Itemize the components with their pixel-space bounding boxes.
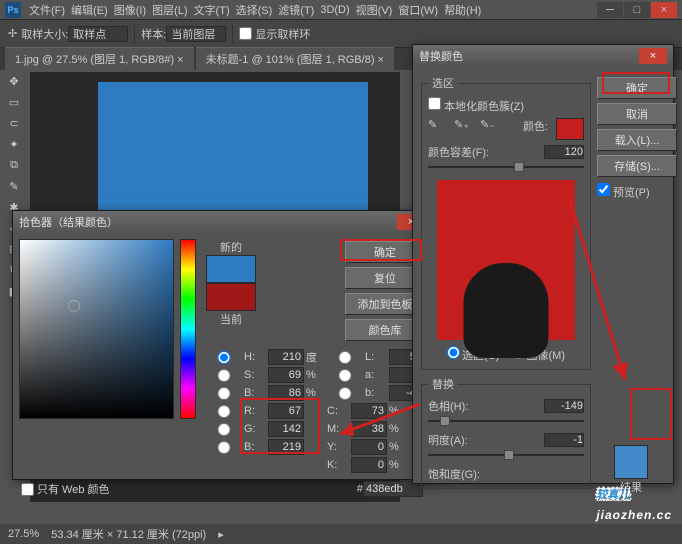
- sample-size-input[interactable]: [68, 26, 128, 42]
- menu-view[interactable]: 视图(V): [356, 2, 393, 18]
- menu-filter[interactable]: 滤镜(T): [278, 2, 314, 18]
- replace-fieldset: 替换 色相(H): 明度(A): 饱和度(G):: [421, 376, 591, 489]
- web-only-label: 只有 Web 颜色: [37, 481, 110, 497]
- sample-size-label: 取样大小:: [21, 26, 68, 42]
- color-field[interactable]: [19, 239, 174, 419]
- g-input[interactable]: [268, 421, 304, 437]
- ps-logo: Ps: [5, 2, 21, 18]
- light-input[interactable]: [544, 433, 584, 447]
- menu-image[interactable]: 图像(I): [114, 2, 146, 18]
- r-input[interactable]: [268, 403, 304, 419]
- lasso-tool[interactable]: ⊂: [2, 113, 26, 133]
- menu-help[interactable]: 帮助(H): [444, 2, 481, 18]
- replace-save-button[interactable]: 存储(S)...: [597, 155, 677, 177]
- eyedropper-icon[interactable]: ✎: [428, 118, 446, 136]
- hue-input[interactable]: [544, 399, 584, 413]
- y-input[interactable]: [351, 439, 387, 455]
- replace-legend: 替换: [428, 376, 458, 392]
- h-radio[interactable]: [206, 351, 242, 364]
- menu-select[interactable]: 选择(S): [236, 2, 273, 18]
- hue-slider-r[interactable]: [428, 414, 584, 428]
- eyedropper-plus-icon[interactable]: ✎₊: [454, 118, 472, 136]
- marquee-tool[interactable]: ▭: [2, 92, 26, 112]
- crop-tool[interactable]: ⧉: [2, 155, 26, 175]
- maximize-button[interactable]: □: [624, 2, 650, 18]
- localize-checkbox[interactable]: [428, 97, 441, 110]
- status-zoom: 27.5%: [8, 528, 39, 540]
- source-color-swatch[interactable]: [556, 118, 584, 140]
- minimize-button[interactable]: ─: [597, 2, 623, 18]
- preview-label: 预览(P): [613, 187, 650, 199]
- wand-tool[interactable]: ✦: [2, 134, 26, 154]
- b2-radio[interactable]: [327, 387, 363, 400]
- replace-ok-button[interactable]: 确定: [597, 77, 677, 99]
- tab-doc1[interactable]: 1.jpg @ 27.5% (图层 1, RGB/8#) ×: [5, 47, 194, 70]
- current-color-swatch: [206, 283, 256, 311]
- menu-edit[interactable]: 编辑(E): [71, 2, 108, 18]
- menu-window[interactable]: 窗口(W): [398, 2, 438, 18]
- move-tool[interactable]: ✥: [2, 71, 26, 91]
- replace-cancel-button[interactable]: 取消: [597, 103, 677, 125]
- watermark: 较真儿 jiaozhen.cc: [596, 463, 672, 522]
- color-marker[interactable]: [68, 300, 80, 312]
- new-color-swatch: [206, 255, 256, 283]
- window-controls: ─ □ ×: [596, 2, 677, 18]
- hue-label: 色相(H):: [428, 398, 468, 414]
- show-ring-checkbox[interactable]: [239, 27, 252, 40]
- preview-checkbox[interactable]: [597, 183, 610, 196]
- cur-label: 当前: [206, 311, 256, 327]
- fuzz-input[interactable]: [544, 145, 584, 159]
- g-radio[interactable]: [206, 423, 242, 436]
- replace-color-dialog: 替换颜色 × 选区 本地化颜色簇(Z) ✎ ✎₊ ✎₋ 颜色: 颜色容差(F):: [412, 44, 674, 484]
- eyedropper-minus-icon[interactable]: ✎₋: [480, 118, 498, 136]
- l-radio[interactable]: [327, 351, 363, 364]
- selection-legend: 选区: [428, 75, 458, 91]
- menu-3d[interactable]: 3D(D): [320, 4, 349, 16]
- show-ring-label: 显示取样环: [255, 26, 310, 42]
- fuzz-label: 颜色容差(F):: [428, 144, 489, 160]
- light-label: 明度(A):: [428, 432, 468, 448]
- sat-label: 饱和度(G):: [428, 466, 480, 482]
- preview-image: [437, 180, 575, 340]
- light-slider[interactable]: [428, 448, 584, 462]
- fuzz-slider[interactable]: [428, 160, 584, 174]
- menu-text[interactable]: 文字(T): [194, 2, 230, 18]
- menu-layer[interactable]: 图层(L): [152, 2, 187, 18]
- sample-label: 样本:: [141, 26, 166, 42]
- picker-title: 拾色器（结果颜色）: [19, 214, 118, 230]
- hue-slider[interactable]: [180, 239, 196, 419]
- selection-fieldset: 选区 本地化颜色簇(Z) ✎ ✎₊ ✎₋ 颜色: 颜色容差(F):: [421, 75, 591, 370]
- eyedropper-tool[interactable]: ✎: [2, 176, 26, 196]
- k-input[interactable]: [351, 457, 387, 473]
- bl-input[interactable]: [268, 439, 304, 455]
- menubar: Ps 文件(F) 编辑(E) 图像(I) 图层(L) 文字(T) 选择(S) 滤…: [0, 0, 682, 20]
- web-only-checkbox[interactable]: [21, 483, 34, 496]
- h-input[interactable]: [268, 349, 304, 365]
- s-input[interactable]: [268, 367, 304, 383]
- replace-load-button[interactable]: 载入(L)...: [597, 129, 677, 151]
- bb-radio[interactable]: [206, 387, 242, 400]
- selection-radio[interactable]: [447, 346, 460, 359]
- r-radio[interactable]: [206, 405, 242, 418]
- m-input[interactable]: [351, 421, 387, 437]
- localize-label: 本地化颜色簇(Z): [444, 101, 524, 113]
- close-button[interactable]: ×: [651, 2, 677, 18]
- menu-file[interactable]: 文件(F): [29, 2, 65, 18]
- status-bar: 27.5% 53.34 厘米 × 71.12 厘米 (72ppi) ▸: [0, 524, 682, 544]
- replace-title: 替换颜色: [419, 48, 463, 64]
- bb-input[interactable]: [268, 385, 304, 401]
- a-radio[interactable]: [327, 369, 363, 382]
- color-picker-dialog: 拾色器（结果颜色） × 新的 当前 确定 复位 添加到色板 颜色库: [12, 210, 432, 480]
- tab-doc2[interactable]: 未标题-1 @ 101% (图层 1, RGB/8) ×: [196, 47, 394, 70]
- c-input[interactable]: [351, 403, 387, 419]
- bl-radio[interactable]: [206, 441, 242, 454]
- status-dimensions: 53.34 厘米 × 71.12 厘米 (72ppi): [51, 526, 206, 542]
- color-label: 颜色:: [523, 118, 548, 140]
- new-label: 新的: [206, 239, 256, 255]
- replace-close-button[interactable]: ×: [639, 48, 667, 64]
- s-radio[interactable]: [206, 369, 242, 382]
- sample-input[interactable]: [166, 26, 226, 42]
